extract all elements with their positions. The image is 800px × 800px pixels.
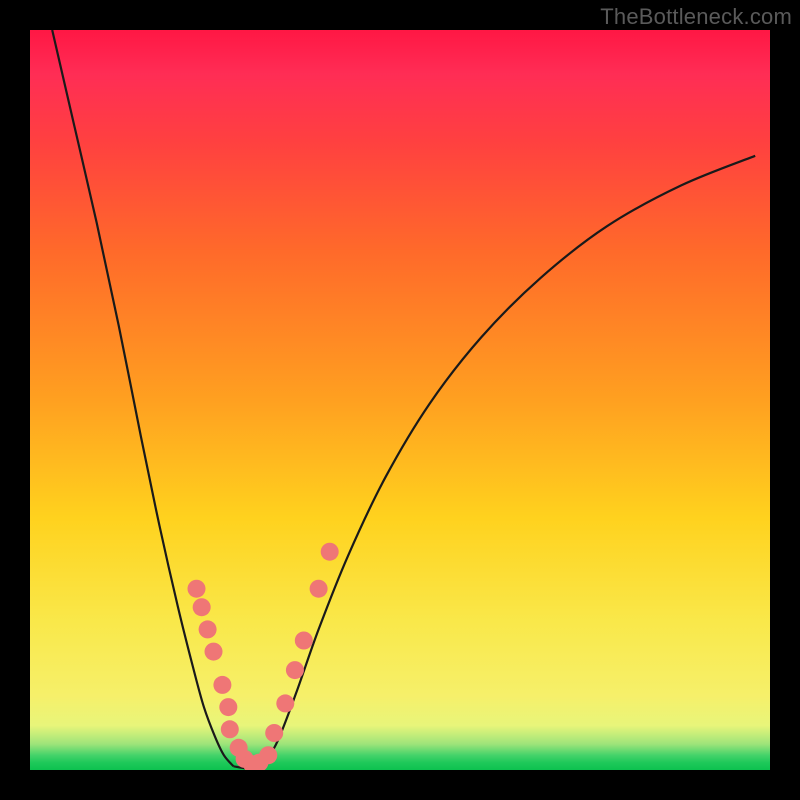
scatter-dot [213,676,231,694]
scatter-dot [221,720,239,738]
watermark-text: TheBottleneck.com [600,4,792,30]
scatter-dot [188,580,206,598]
scatter-dot [259,746,277,764]
scatter-dot [286,661,304,679]
scatter-dot [265,724,283,742]
scatter-dot [219,698,237,716]
scatter-dot [199,620,217,638]
series-right-curve [263,156,755,767]
scatter-dot [205,643,223,661]
chart-svg [30,30,770,770]
scatter-dot [193,598,211,616]
scatter-dot [310,580,328,598]
scatter-dot [295,632,313,650]
scatter-dots [188,543,339,770]
scatter-dot [276,694,294,712]
chart-frame: TheBottleneck.com [0,0,800,800]
scatter-dot [321,543,339,561]
plot-area [30,30,770,770]
